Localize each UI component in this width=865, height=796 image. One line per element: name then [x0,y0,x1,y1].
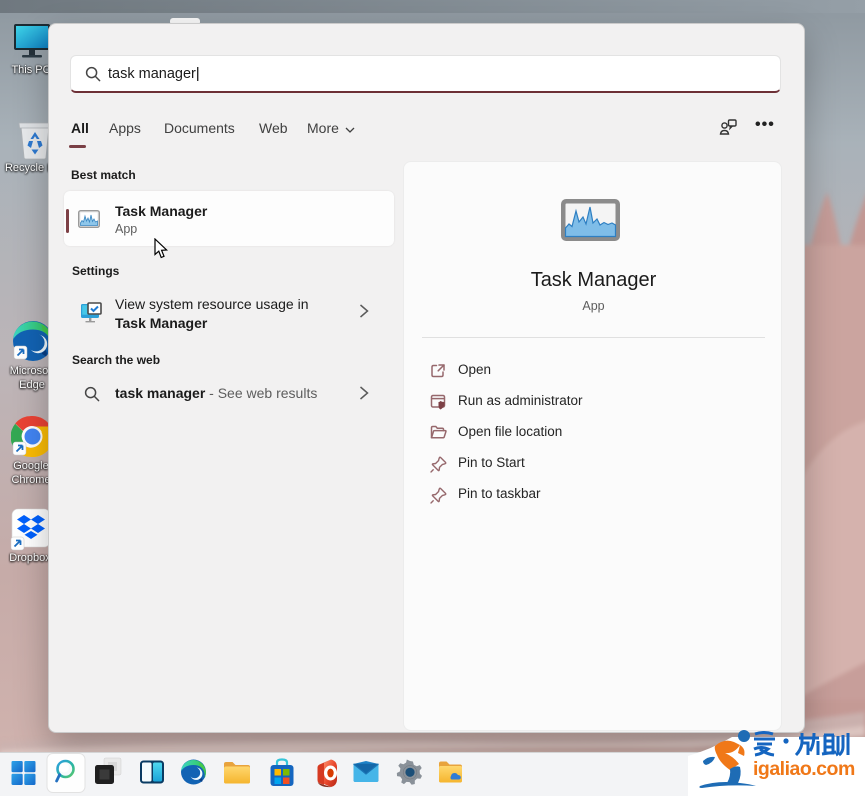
svg-text:igaliao.com: igaliao.com [753,758,855,780]
